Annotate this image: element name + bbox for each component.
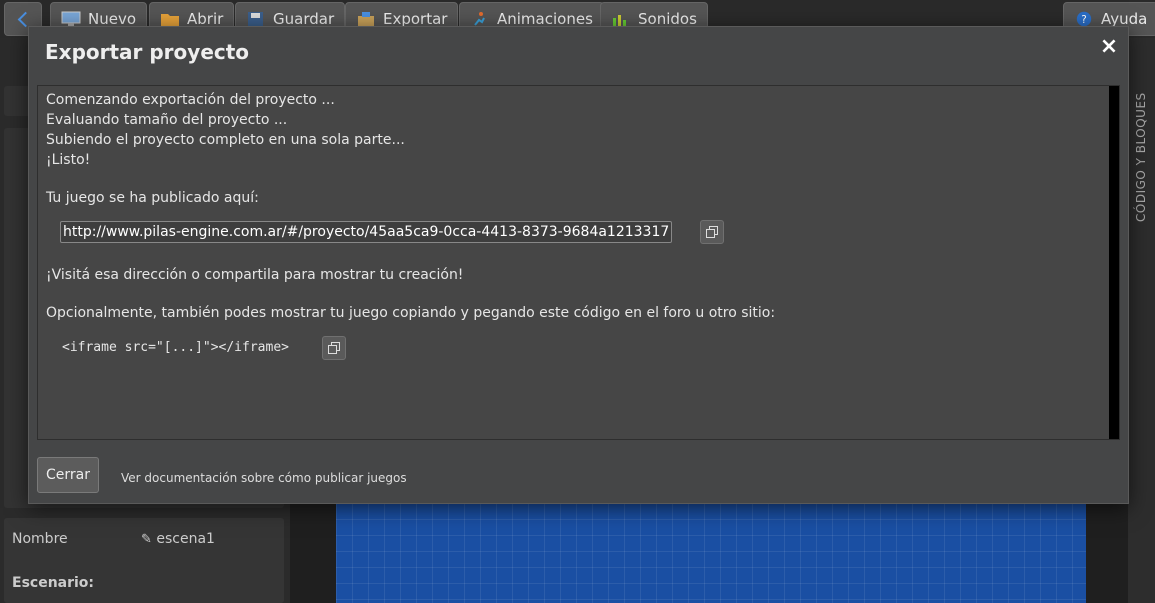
pencil-icon: ✎ <box>141 532 152 547</box>
embed-code[interactable]: <iframe src="[...]"></iframe> <box>62 340 289 355</box>
chevron-left-icon <box>17 11 33 27</box>
embed-text: Opcionalmente, también podes mostrar tu … <box>46 305 776 321</box>
docs-link[interactable]: Ver documentación sobre cómo publicar ju… <box>121 471 407 485</box>
svg-text:?: ? <box>1081 14 1087 26</box>
published-url[interactable]: http://www.pilas-engine.com.ar/#/proyect… <box>60 221 673 243</box>
monitor-icon <box>61 11 81 26</box>
copy-embed-button[interactable] <box>322 336 346 360</box>
copy-url-button[interactable] <box>700 220 724 244</box>
published-label: Tu juego se ha publicado aquí: <box>46 190 259 206</box>
log-line: ¡Listo! <box>46 152 91 168</box>
name-value-text: escena1 <box>156 531 215 547</box>
dialog-title: Exportar proyecto <box>45 40 250 64</box>
log-line: Comenzando exportación del proyecto ... <box>46 92 335 108</box>
export-log: Comenzando exportación del proyecto ... … <box>37 85 1120 440</box>
name-value[interactable]: ✎ escena1 <box>141 531 215 547</box>
folder-icon <box>161 14 179 26</box>
help-icon: ? <box>1076 11 1092 27</box>
export-dialog: Exportar proyecto × Comenzando exportaci… <box>28 26 1129 504</box>
export-box-icon <box>358 12 374 26</box>
visit-text: ¡Visitá esa dirección o compartila para … <box>46 267 464 283</box>
code-blocks-tab[interactable]: CÓDIGO Y BLOQUES <box>1134 92 1150 222</box>
equalizer-icon <box>613 15 626 26</box>
close-button[interactable]: Cerrar <box>37 457 99 493</box>
log-scrollbar[interactable] <box>1109 86 1119 439</box>
runner-icon <box>474 12 485 26</box>
close-icon[interactable]: × <box>1099 36 1119 58</box>
game-stage[interactable] <box>336 503 1086 603</box>
scene-label: Escenario: <box>12 575 95 591</box>
log-line: Evaluando tamaño del proyecto ... <box>46 112 288 128</box>
log-line: Subiendo el proyecto completo en una sol… <box>46 132 405 148</box>
floppy-icon <box>248 12 263 26</box>
copy-icon <box>706 226 718 238</box>
name-label: Nombre <box>12 531 68 547</box>
copy-icon <box>328 342 340 354</box>
